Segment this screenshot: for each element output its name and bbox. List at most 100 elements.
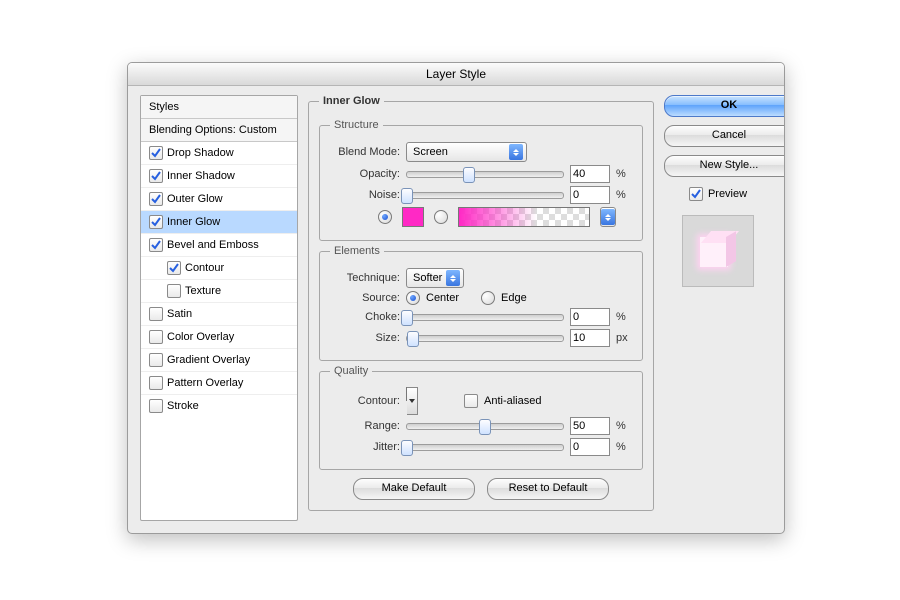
size-unit: px [616, 332, 632, 344]
sidebar-header-styles[interactable]: Styles [141, 96, 297, 119]
opacity-thumb[interactable] [463, 167, 475, 183]
gradient-radio[interactable] [434, 210, 448, 224]
reset-default-button[interactable]: Reset to Default [487, 478, 609, 500]
sidebar-item-stroke[interactable]: Stroke [141, 395, 297, 417]
sidebar-item-inner-shadow[interactable]: Inner Shadow [141, 165, 297, 188]
structure-group: Structure Blend Mode: Screen Opacity: [319, 119, 643, 241]
sidebar-header-blending[interactable]: Blending Options: Custom [141, 119, 297, 142]
noise-thumb[interactable] [401, 188, 413, 204]
gradient-dropdown[interactable] [600, 207, 616, 227]
choke-slider[interactable] [406, 314, 564, 321]
elements-legend: Elements [330, 245, 384, 257]
panel-title: Inner Glow [319, 95, 384, 107]
range-field[interactable]: 50 [570, 417, 610, 435]
blend-mode-select[interactable]: Screen [406, 142, 527, 162]
source-center-radio[interactable] [406, 291, 420, 305]
style-checkbox[interactable] [149, 215, 163, 229]
preview-label: Preview [708, 188, 747, 200]
style-checkbox[interactable] [149, 376, 163, 390]
select-stepper-icon [509, 144, 523, 160]
preview-thumbnail [682, 215, 754, 287]
size-field[interactable]: 10 [570, 329, 610, 347]
range-slider[interactable] [406, 423, 564, 430]
contour-picker[interactable] [406, 387, 408, 401]
style-checkbox[interactable] [149, 238, 163, 252]
style-label: Drop Shadow [167, 147, 234, 159]
style-label: Pattern Overlay [167, 377, 243, 389]
style-label: Bevel and Emboss [167, 239, 259, 251]
jitter-field[interactable]: 0 [570, 438, 610, 456]
style-checkbox[interactable] [149, 399, 163, 413]
size-slider[interactable] [406, 335, 564, 342]
layer-style-dialog: Layer Style Styles Blending Options: Cus… [127, 62, 785, 534]
jitter-label: Jitter: [330, 441, 400, 453]
titlebar: Layer Style [128, 63, 784, 86]
choke-field[interactable]: 0 [570, 308, 610, 326]
sidebar-item-texture[interactable]: Texture [141, 280, 297, 303]
style-checkbox[interactable] [149, 146, 163, 160]
make-default-button[interactable]: Make Default [353, 478, 475, 500]
style-checkbox[interactable] [149, 330, 163, 344]
jitter-thumb[interactable] [401, 440, 413, 456]
style-label: Color Overlay [167, 331, 234, 343]
range-unit: % [616, 420, 632, 432]
jitter-slider[interactable] [406, 444, 564, 451]
style-label: Satin [167, 308, 192, 320]
source-edge-radio[interactable] [481, 291, 495, 305]
color-swatch[interactable] [402, 207, 424, 227]
sidebar-item-contour[interactable]: Contour [141, 257, 297, 280]
select-stepper-icon [601, 209, 615, 225]
style-label: Inner Shadow [167, 170, 235, 182]
noise-field[interactable]: 0 [570, 186, 610, 204]
source-label: Source: [330, 292, 400, 304]
style-checkbox[interactable] [167, 284, 181, 298]
source-center-label: Center [426, 292, 459, 304]
select-stepper-icon [446, 270, 460, 286]
antialiased-checkbox[interactable] [464, 394, 478, 408]
sidebar-item-gradient-overlay[interactable]: Gradient Overlay [141, 349, 297, 372]
style-label: Texture [185, 285, 221, 297]
chevron-down-icon[interactable] [407, 387, 408, 401]
range-thumb[interactable] [479, 419, 491, 435]
sidebar-item-drop-shadow[interactable]: Drop Shadow [141, 142, 297, 165]
opacity-unit: % [616, 168, 632, 180]
opacity-slider[interactable] [406, 171, 564, 178]
sidebar-item-inner-glow[interactable]: Inner Glow [141, 211, 297, 234]
choke-label: Choke: [330, 311, 400, 323]
sidebar-item-bevel-and-emboss[interactable]: Bevel and Emboss [141, 234, 297, 257]
sidebar-item-satin[interactable]: Satin [141, 303, 297, 326]
size-thumb[interactable] [407, 331, 419, 347]
style-checkbox[interactable] [149, 192, 163, 206]
preview-cube-icon [696, 229, 740, 273]
style-checkbox[interactable] [149, 307, 163, 321]
style-label: Contour [185, 262, 224, 274]
range-label: Range: [330, 420, 400, 432]
antialiased-label: Anti-aliased [484, 395, 541, 407]
preview-checkbox[interactable] [689, 187, 703, 201]
ok-button[interactable]: OK [664, 95, 785, 117]
noise-slider[interactable] [406, 192, 564, 199]
style-checkbox[interactable] [149, 169, 163, 183]
blend-mode-value: Screen [413, 146, 448, 158]
sidebar-item-outer-glow[interactable]: Outer Glow [141, 188, 297, 211]
opacity-field[interactable]: 40 [570, 165, 610, 183]
style-checkbox[interactable] [149, 353, 163, 367]
style-checkbox[interactable] [167, 261, 181, 275]
technique-select[interactable]: Softer [406, 268, 464, 288]
quality-group: Quality Contour: Anti-aliased Rang [319, 365, 643, 470]
source-edge-label: Edge [501, 292, 527, 304]
blend-mode-label: Blend Mode: [330, 146, 400, 158]
sidebar-item-pattern-overlay[interactable]: Pattern Overlay [141, 372, 297, 395]
opacity-label: Opacity: [330, 168, 400, 180]
gradient-swatch[interactable] [458, 207, 590, 227]
cancel-button[interactable]: Cancel [664, 125, 785, 147]
color-radio[interactable] [378, 210, 392, 224]
technique-value: Softer [413, 272, 442, 284]
new-style-button[interactable]: New Style... [664, 155, 785, 177]
style-label: Stroke [167, 400, 199, 412]
contour-label: Contour: [330, 395, 400, 407]
noise-unit: % [616, 189, 632, 201]
sidebar-item-color-overlay[interactable]: Color Overlay [141, 326, 297, 349]
elements-group: Elements Technique: Softer Source: Cente… [319, 245, 643, 361]
choke-thumb[interactable] [401, 310, 413, 326]
